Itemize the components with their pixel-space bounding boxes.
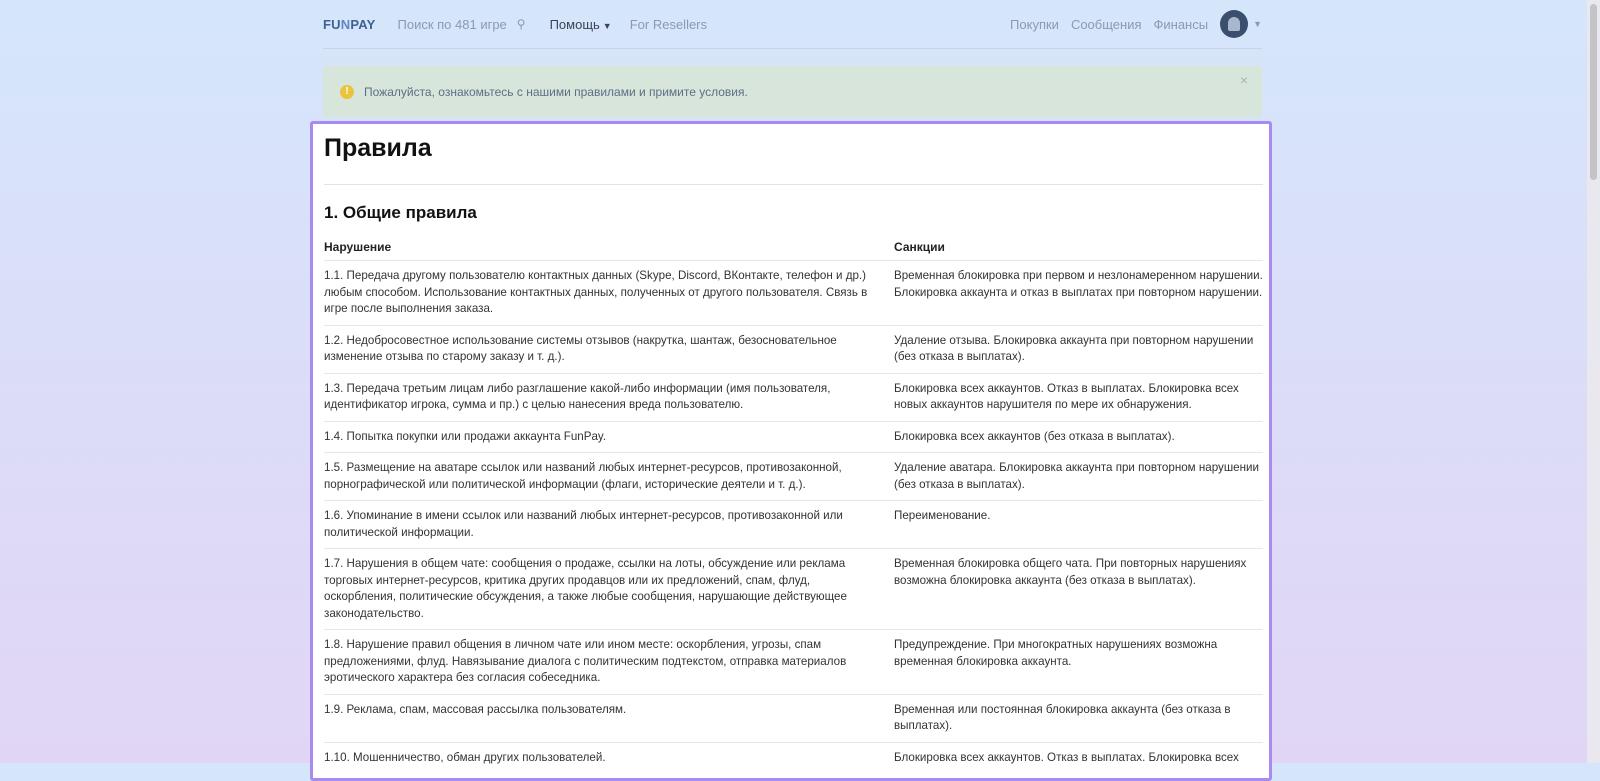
violation-cell: 1.8. Нарушение правил общения в личном ч… — [324, 638, 847, 684]
table-row: 1.10. Мошенничество, обман других пользо… — [324, 741, 1263, 774]
violation-cell: 1.1. Передача другому пользователю конта… — [324, 269, 868, 315]
messages-link[interactable]: Сообщения — [1071, 17, 1142, 32]
top-navbar: FUNPAY Поиск по 481 игре ⚲ Помощь ▼ For R… — [323, 0, 1262, 49]
page-scrollbar[interactable] — [1587, 0, 1600, 763]
column-header-violation: Нарушение — [324, 240, 392, 254]
table-header: Нарушение Санкции — [324, 240, 1263, 260]
violation-cell: 1.5. Размещение на аватаре ссылок или на… — [324, 461, 842, 491]
violation-cell: 1.3. Передача третьим лицам либо разглаш… — [324, 381, 831, 412]
sanction-cell: Временная или постоянная блокировка акка… — [894, 702, 1231, 733]
sanction-cell: Блокировка всех аккаунтов. Отказ в выпла… — [894, 381, 1239, 412]
violation-cell: 1.9. Реклама, спам, массовая рассылка по… — [324, 702, 627, 716]
violation-cell: 1.10. Мошенничество, обман других пользо… — [324, 750, 606, 764]
chevron-down-icon: ▼ — [602, 20, 612, 31]
violation-cell: 1.4. Попытка покупки или продажи аккаунт… — [324, 429, 607, 443]
sanction-cell: Блокировка всех аккаунтов. Отказ в выпла… — [894, 750, 1239, 764]
resellers-link[interactable]: For Resellers — [630, 17, 707, 32]
sanction-cell: Удаление отзыва. Блокировка аккаунта при… — [894, 333, 1254, 364]
violation-cell: 1.6. Упоминание в имени ссылок или назва… — [324, 509, 843, 539]
info-icon: ! — [340, 84, 354, 99]
user-nav: Покупки Сообщения Финансы ▼ — [998, 10, 1262, 38]
column-header-sanctions: Санкции — [894, 240, 945, 254]
table-row: 1.1. Передача другому пользователю конта… — [324, 260, 1263, 325]
table-row: 1.5. Размещение на аватаре ссылок или на… — [324, 452, 1263, 500]
search-icon[interactable]: ⚲ — [517, 17, 526, 31]
rules-table: 1.1. Передача другому пользователю конта… — [324, 260, 1263, 773]
table-row: 1.7. Нарушения в общем чате: сообщения о… — [324, 548, 1263, 629]
help-dropdown[interactable]: Помощь ▼ — [550, 17, 612, 32]
divider — [324, 184, 1263, 185]
rules-alert: ! Пожалуйста, ознакомьтесь с нашими прав… — [323, 66, 1262, 117]
chevron-down-icon[interactable]: ▼ — [1253, 19, 1262, 29]
rules-panel: Правила 1. Общие правила Нарушение Санкц… — [310, 121, 1272, 781]
sanction-cell: Временная блокировка при первом и незлон… — [894, 269, 1263, 299]
table-row: 1.2. Недобросовестное использование сист… — [324, 324, 1263, 373]
alert-text: Пожалуйста, ознакомьтесь с нашими правил… — [364, 84, 748, 99]
violation-cell: 1.7. Нарушения в общем чате: сообщения о… — [324, 557, 847, 620]
table-row: 1.4. Попытка покупки или продажи аккаунт… — [324, 420, 1263, 453]
table-row: 1.6. Упоминание в имени ссылок или назва… — [324, 500, 1263, 548]
violation-cell: 1.2. Недобросовестное использование сист… — [324, 333, 837, 364]
table-row: 1.3. Передача третьим лицам либо разглаш… — [324, 372, 1263, 421]
sanction-cell: Удаление аватара. Блокировка аккаунта пр… — [894, 461, 1259, 491]
finances-link[interactable]: Финансы — [1154, 17, 1209, 32]
funpay-logo[interactable]: FUNPAY — [323, 17, 376, 32]
sanction-cell: Блокировка всех аккаунтов (без отказа в … — [894, 429, 1175, 443]
page-title: Правила — [324, 134, 432, 162]
avatar[interactable] — [1220, 10, 1249, 38]
section-title: 1. Общие правила — [324, 203, 477, 222]
search-input[interactable]: Поиск по 481 игре — [398, 17, 507, 32]
sanction-cell: Временная блокировка общего чата. При по… — [894, 557, 1247, 587]
sanction-cell: Предупреждение. При многократных нарушен… — [894, 638, 1218, 668]
close-icon[interactable]: × — [1240, 72, 1248, 88]
table-row: 1.9. Реклама, спам, массовая рассылка по… — [324, 693, 1263, 742]
purchases-link[interactable]: Покупки — [1010, 17, 1059, 32]
table-row: 1.8. Нарушение правил общения в личном ч… — [324, 629, 1263, 694]
sanction-cell: Переименование. — [894, 509, 991, 522]
scrollbar-thumb[interactable] — [1590, 4, 1597, 180]
